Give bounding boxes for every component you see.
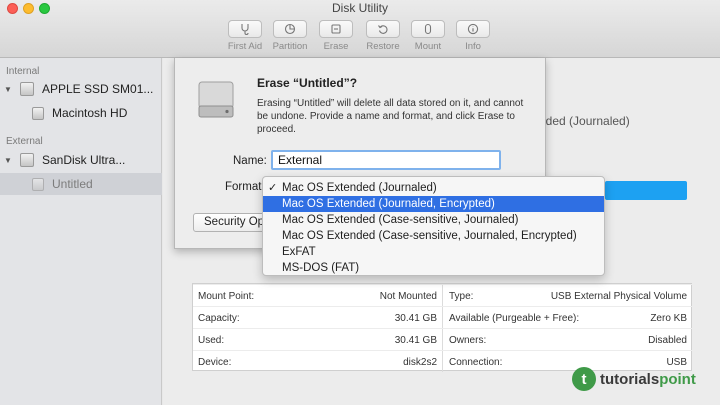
menu-item-label: Mac OS Extended (Journaled, Encrypted)	[282, 198, 495, 210]
table-row: Mount Point: Not Mounted Type: USB Exter…	[193, 284, 693, 306]
info-button[interactable]: Info	[443, 20, 503, 52]
sidebar-item-label: Untitled	[52, 177, 93, 191]
menu-item-mac-os-extended-case-sensitive-journaled[interactable]: Mac OS Extended (Case-sensitive, Journal…	[263, 212, 604, 228]
drive-icon	[20, 153, 34, 167]
info-label: Type:	[449, 291, 474, 302]
volume-info-table: Mount Point: Not Mounted Type: USB Exter…	[192, 283, 693, 372]
info-label: Available (Purgeable + Free):	[449, 313, 580, 324]
info-value: Not Mounted	[379, 291, 437, 302]
window-title: Disk Utility	[332, 1, 388, 15]
sidebar-item-apple-ssd[interactable]: ▼ APPLE SSD SM01...	[0, 78, 162, 100]
table-row: Used: 30.41 GB Owners: Disabled	[193, 328, 693, 350]
info-label: Connection:	[449, 357, 503, 368]
sheet-description: Erasing “Untitled” will delete all data …	[257, 98, 524, 135]
logo-suffix: point	[659, 370, 696, 388]
disclosure-triangle-icon[interactable]: ▼	[4, 156, 12, 165]
stethoscope-icon	[241, 24, 249, 35]
logo-mark-icon: t	[572, 367, 596, 391]
info-value: disk2s2	[403, 357, 437, 368]
erase-icon	[331, 24, 341, 34]
volume-format-text: nded (Journaled)	[539, 114, 630, 128]
checkmark-icon: ✓	[268, 182, 278, 194]
info-value: USB External Physical Volume	[550, 291, 687, 302]
sidebar: Internal ▼ APPLE SSD SM01... Macintosh H…	[0, 58, 162, 405]
drive-icon	[20, 82, 34, 96]
restore-icon	[378, 25, 388, 34]
info-value: 30.41 GB	[394, 313, 437, 324]
pie-partition-icon	[284, 23, 296, 35]
format-dropdown-menu[interactable]: ✓ Mac OS Extended (Journaled) Mac OS Ext…	[262, 176, 605, 276]
disclosure-triangle-icon[interactable]: ▼	[4, 85, 12, 94]
sheet-title: Erase “Untitled”?	[257, 76, 358, 90]
menu-item-mac-os-extended-journaled-encrypted[interactable]: Mac OS Extended (Journaled, Encrypted)	[263, 196, 604, 212]
menu-item-label: ExFAT	[282, 246, 316, 258]
info-label: Mount Point:	[198, 291, 255, 302]
sidebar-item-macintosh-hd[interactable]: Macintosh HD	[0, 102, 162, 124]
menu-item-exfat[interactable]: ExFAT	[263, 244, 604, 260]
info-value: 30.41 GB	[394, 335, 437, 346]
info-label: Used:	[198, 335, 225, 346]
table-row: Capacity: 30.41 GB Available (Purgeable …	[193, 306, 693, 328]
mount-icon	[424, 23, 432, 35]
sidebar-item-label: Macintosh HD	[52, 106, 128, 120]
tutorialspoint-logo: t tutorialspoint	[572, 367, 696, 391]
sidebar-internal-header: Internal	[6, 66, 40, 77]
volume-icon	[32, 106, 44, 120]
menu-item-label: Mac OS Extended (Case-sensitive, Journal…	[282, 230, 577, 242]
name-label: Name:	[233, 155, 267, 167]
info-value: Zero KB	[650, 313, 687, 324]
logo-text: tutorialspoint	[600, 371, 696, 388]
sidebar-item-label: SanDisk Ultra...	[42, 153, 126, 167]
volume-icon	[32, 177, 44, 191]
menu-item-mac-os-extended-case-sensitive-journaled-encrypted[interactable]: Mac OS Extended (Case-sensitive, Journal…	[263, 228, 604, 244]
sidebar-item-untitled[interactable]: Untitled	[0, 173, 162, 195]
usage-bar	[605, 181, 687, 200]
menu-item-label: Mac OS Extended (Case-sensitive, Journal…	[282, 214, 519, 226]
menu-item-label: Mac OS Extended (Journaled)	[282, 182, 437, 194]
menu-item-ms-dos-fat[interactable]: MS-DOS (FAT)	[263, 260, 604, 276]
info-value: Disabled	[648, 335, 687, 346]
info-icon	[467, 23, 479, 35]
menu-item-mac-os-extended-journaled[interactable]: ✓ Mac OS Extended (Journaled)	[263, 180, 604, 196]
menu-item-label: MS-DOS (FAT)	[282, 262, 360, 274]
info-label: Device:	[198, 357, 232, 368]
sidebar-external-header: External	[6, 136, 43, 147]
info-label: Info	[465, 41, 481, 52]
sidebar-item-label: APPLE SSD SM01...	[42, 82, 154, 96]
info-label: Capacity:	[198, 313, 240, 324]
sidebar-item-sandisk[interactable]: ▼ SanDisk Ultra...	[0, 149, 162, 171]
security-options-button[interactable]: Security Op	[193, 213, 273, 232]
logo-prefix: tutorials	[600, 370, 660, 388]
info-label: Owners:	[449, 335, 487, 346]
format-label: Format	[225, 181, 262, 193]
window-toolbar: Disk Utility First Aid Partition Erase R…	[0, 0, 720, 58]
external-drive-icon	[198, 81, 234, 118]
name-input[interactable]	[271, 150, 501, 170]
